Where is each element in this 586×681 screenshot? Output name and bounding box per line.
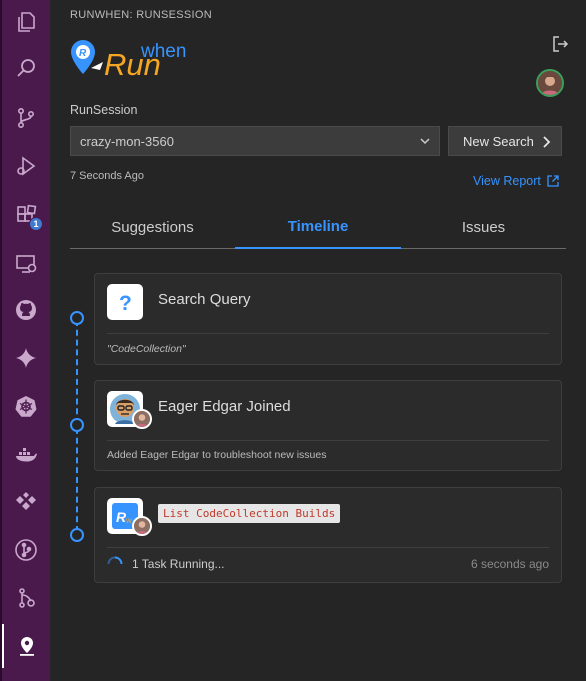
gitlens-icon[interactable]	[2, 576, 50, 620]
search-icon[interactable]	[2, 46, 50, 90]
sparkle-icon[interactable]	[2, 336, 50, 380]
timeline-node	[70, 418, 84, 432]
logo-when-text: when	[140, 41, 186, 62]
svg-text:w: w	[125, 516, 132, 525]
explorer-icon[interactable]	[2, 0, 50, 44]
new-search-label: New Search	[463, 133, 534, 149]
session-select-value: crazy-mon-3560	[80, 133, 174, 149]
card-divider	[107, 440, 549, 441]
activity-bar: 1	[0, 0, 50, 681]
task-status-text: 1 Task Running...	[132, 557, 225, 571]
user-mini-avatar	[132, 516, 152, 536]
spinner-icon	[107, 556, 123, 565]
puzzle-blocks-icon[interactable]	[2, 480, 50, 524]
timeline-node	[70, 528, 84, 542]
tab-issues[interactable]: Issues	[401, 206, 566, 248]
timeline-card-task[interactable]: Rw List CodeCollection Builds 1 Task Run…	[94, 487, 562, 583]
kubernetes-icon[interactable]	[2, 384, 50, 428]
session-select[interactable]: crazy-mon-3560	[70, 126, 440, 156]
task-timestamp: 6 seconds ago	[470, 557, 549, 571]
github-icon[interactable]	[2, 288, 50, 332]
view-report-label: View Report	[473, 174, 541, 188]
runsession-panel: RUNWHEN: RUNSESSION R Run when RunSessio…	[50, 0, 586, 681]
source-control-icon[interactable]	[2, 96, 50, 140]
runwhen-icon[interactable]	[2, 624, 50, 668]
user-mini-avatar	[132, 409, 152, 429]
runsession-label: RunSession	[70, 103, 138, 117]
task-command-chip[interactable]: List CodeCollection Builds	[158, 504, 341, 523]
card-divider	[107, 547, 549, 548]
card-title: Search Query	[158, 291, 251, 308]
timeline-card-search-query[interactable]: ? Search Query "CodeCollection"	[94, 273, 562, 365]
chevron-right-icon	[543, 136, 551, 148]
view-report-link[interactable]: View Report	[473, 174, 559, 188]
logout-icon[interactable]	[551, 35, 569, 53]
tab-timeline[interactable]: Timeline	[235, 206, 401, 249]
timeline-node	[70, 311, 84, 325]
svg-text:R: R	[79, 48, 87, 59]
user-avatar[interactable]	[536, 69, 564, 97]
tab-bar: Suggestions Timeline Issues	[70, 206, 566, 249]
new-search-button[interactable]: New Search	[448, 126, 562, 156]
panel-title: RUNWHEN: RUNSESSION	[70, 9, 212, 21]
card-divider	[107, 333, 549, 334]
svg-text:?: ?	[119, 292, 132, 313]
timeline-card-participant-joined[interactable]: Eager Edgar Joined Added Eager Edgar to …	[94, 380, 562, 471]
runwhen-logo: R Run when	[70, 38, 210, 82]
extensions-badge: 1	[29, 217, 43, 231]
updated-timestamp: 7 Seconds Ago	[70, 170, 145, 182]
chevron-down-icon	[420, 138, 430, 145]
remote-explorer-icon[interactable]	[2, 242, 50, 286]
card-title: Eager Edgar Joined	[158, 398, 291, 415]
docker-icon[interactable]	[2, 434, 50, 478]
card-footer-text: Added Eager Edgar to troubleshoot new is…	[107, 449, 327, 461]
extensions-icon[interactable]: 1	[2, 193, 50, 237]
external-link-icon	[547, 175, 559, 187]
run-debug-icon[interactable]	[2, 144, 50, 188]
search-query-text: "CodeCollection"	[107, 343, 186, 355]
question-icon: ?	[107, 284, 143, 320]
tab-suggestions[interactable]: Suggestions	[70, 206, 235, 248]
git-graph-icon[interactable]	[2, 528, 50, 572]
